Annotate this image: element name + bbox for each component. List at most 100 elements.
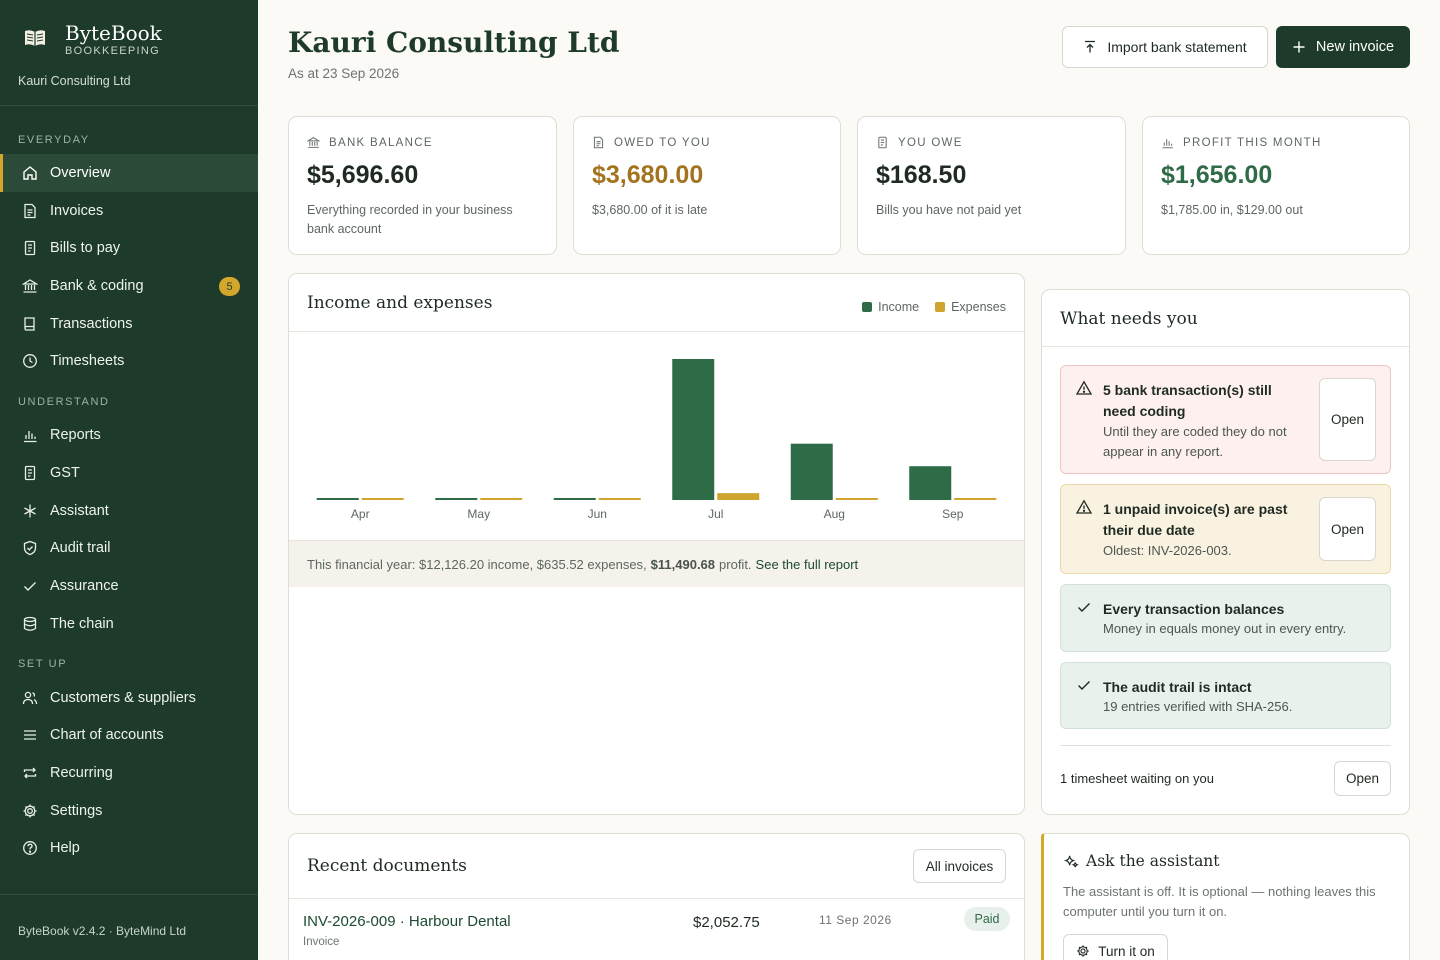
stat-value: $5,696.60 (307, 161, 419, 189)
income-expenses-chart: Apr May Jun Jul Aug Sep (316, 359, 997, 521)
stat-label: BANK BALANCE (307, 136, 433, 149)
alert-uncoded-transactions: 5 bank transaction(s) still need coding … (1060, 365, 1391, 474)
users-icon (22, 691, 38, 705)
nav-assistant[interactable]: Assistant (0, 492, 258, 530)
nav-overview[interactable]: Overview (0, 154, 258, 192)
shield-icon (23, 540, 37, 556)
bar-income-jun (553, 498, 596, 500)
nav-bills[interactable]: Bills to pay (0, 229, 258, 267)
stat-label-text: YOU OWE (898, 136, 963, 149)
stat-card-profit-this-month: PROFIT THIS MONTH $1,656.00 $1,785.00 in… (1142, 116, 1410, 255)
assistant-body: The assistant is off. It is optional — n… (1063, 884, 1376, 919)
nav-customers-suppliers[interactable]: Customers & suppliers (0, 679, 258, 717)
assistant-title: Ask the assistant (1086, 852, 1220, 870)
stat-label: YOU OWE (876, 136, 963, 149)
list-icon (24, 730, 36, 740)
nav-label: Assistant (50, 503, 109, 519)
nav-label: Assurance (50, 578, 119, 594)
nav-settings[interactable]: Settings (0, 792, 258, 830)
stat-value: $168.50 (876, 161, 967, 189)
timesheet-notice: 1 timesheet waiting on you (1060, 771, 1214, 786)
bar-income-aug (790, 443, 833, 500)
nav-transactions[interactable]: Transactions (0, 305, 258, 343)
alert-body: Until they are coded they do not appear … (1103, 424, 1287, 459)
legend-item-expenses: Expenses (935, 300, 1006, 314)
nav-label: Invoices (50, 203, 104, 219)
nav-label: Chart of accounts (50, 727, 164, 743)
legend-item-income: Income (862, 300, 919, 314)
legend-swatch (862, 302, 873, 312)
nav-label: Recurring (50, 765, 113, 781)
open-button[interactable]: Open (1319, 497, 1376, 561)
full-report-link[interactable]: See the full report (756, 557, 859, 572)
book-icon (24, 317, 35, 331)
chart-legend: Income Expenses (846, 300, 1006, 314)
bar-expenses-may (480, 498, 523, 500)
what-needs-you-panel: What needs you 5 bank transaction(s) sti… (1041, 289, 1410, 815)
nav-label: Reports (50, 427, 101, 443)
stat-card-you-owe: YOU OWE $168.50 Bills you have not paid … (857, 116, 1126, 255)
chart-footer-text: This financial year: $12,126.20 income, … (307, 556, 647, 572)
nav-label: Settings (50, 803, 103, 819)
nav-the-chain[interactable]: The chain (0, 605, 258, 643)
document-amount: $2,052.75 (693, 914, 760, 931)
status-body: Money in equals money out in every entry… (1103, 621, 1347, 636)
x-tick-label: May (467, 507, 490, 521)
bar-expenses-sep (954, 498, 997, 500)
gear-icon (1077, 945, 1089, 957)
receipt-icon (24, 465, 36, 481)
nav-recurring[interactable]: Recurring (0, 754, 258, 792)
clock-icon (23, 354, 37, 368)
nav-label: Overview (50, 165, 111, 181)
status-body: 19 entries verified with SHA-256. (1103, 699, 1293, 714)
nav-label: The chain (50, 616, 114, 632)
nav-label: Audit trail (50, 540, 111, 556)
company-name: Kauri Consulting Ltd (18, 74, 131, 88)
nav-reports[interactable]: Reports (0, 416, 258, 454)
alert-body: Oldest: INV-2026-003. (1103, 543, 1232, 558)
new-invoice-button[interactable]: New invoice (1276, 26, 1410, 68)
document-date: 11 Sep 2026 (819, 913, 892, 927)
x-tick-label: Jun (588, 507, 607, 521)
nav-bank-coding[interactable]: Bank & coding 5 (0, 267, 258, 305)
stat-card-owed-to-you: OWED TO YOU $3,680.00 $3,680.00 of it is… (573, 116, 841, 255)
timesheet-open-button[interactable]: Open (1334, 761, 1391, 796)
bar-expenses-aug (835, 498, 878, 500)
divider (1060, 745, 1391, 746)
alert-overdue-invoices: 1 unpaid invoice(s) are past their due d… (1060, 484, 1391, 574)
bar-expenses-apr (361, 498, 404, 500)
nav-timesheets[interactable]: Timesheets (0, 342, 258, 380)
x-tick-label: Sep (942, 507, 964, 521)
chart-footer-tail: profit. (719, 556, 752, 572)
import-bank-statement-button[interactable]: Import bank statement (1062, 26, 1268, 68)
nav-assurance[interactable]: Assurance (0, 567, 258, 605)
app-version: ByteBook v2.4.2 · ByteMind Ltd (18, 924, 187, 938)
nav-invoices[interactable]: Invoices (0, 192, 258, 230)
bar-income-may (435, 498, 478, 500)
document-link[interactable]: INV-2026-009 · Harbour Dental (303, 913, 511, 930)
bar-expenses-jul (717, 493, 760, 500)
nav-audit-trail[interactable]: Audit trail (0, 529, 258, 567)
turn-on-assistant-button[interactable]: Turn it on (1063, 934, 1168, 960)
nav-label: GST (50, 465, 80, 481)
stat-value: $1,656.00 (1161, 161, 1273, 189)
check-icon (24, 582, 36, 591)
button-label: Import bank statement (1107, 39, 1247, 55)
alert-title: 5 bank transaction(s) still need coding (1103, 382, 1272, 419)
open-book-icon (25, 30, 45, 46)
all-invoices-button[interactable]: All invoices (913, 849, 1006, 883)
open-button[interactable]: Open (1319, 378, 1376, 461)
warning-icon (1076, 380, 1092, 395)
divider (289, 898, 1024, 899)
nav-gst[interactable]: GST (0, 454, 258, 492)
nav-help[interactable]: Help (0, 829, 258, 867)
help-icon (23, 841, 37, 855)
legend-label: Expenses (951, 300, 1006, 314)
database-icon (23, 616, 37, 631)
count-badge: 5 (219, 277, 240, 296)
stat-label: PROFIT THIS MONTH (1161, 136, 1322, 149)
document-icon (593, 136, 604, 149)
bar-chart-icon (1162, 139, 1173, 149)
nav-chart-of-accounts[interactable]: Chart of accounts (0, 716, 258, 754)
nav-label: Bills to pay (50, 240, 121, 256)
